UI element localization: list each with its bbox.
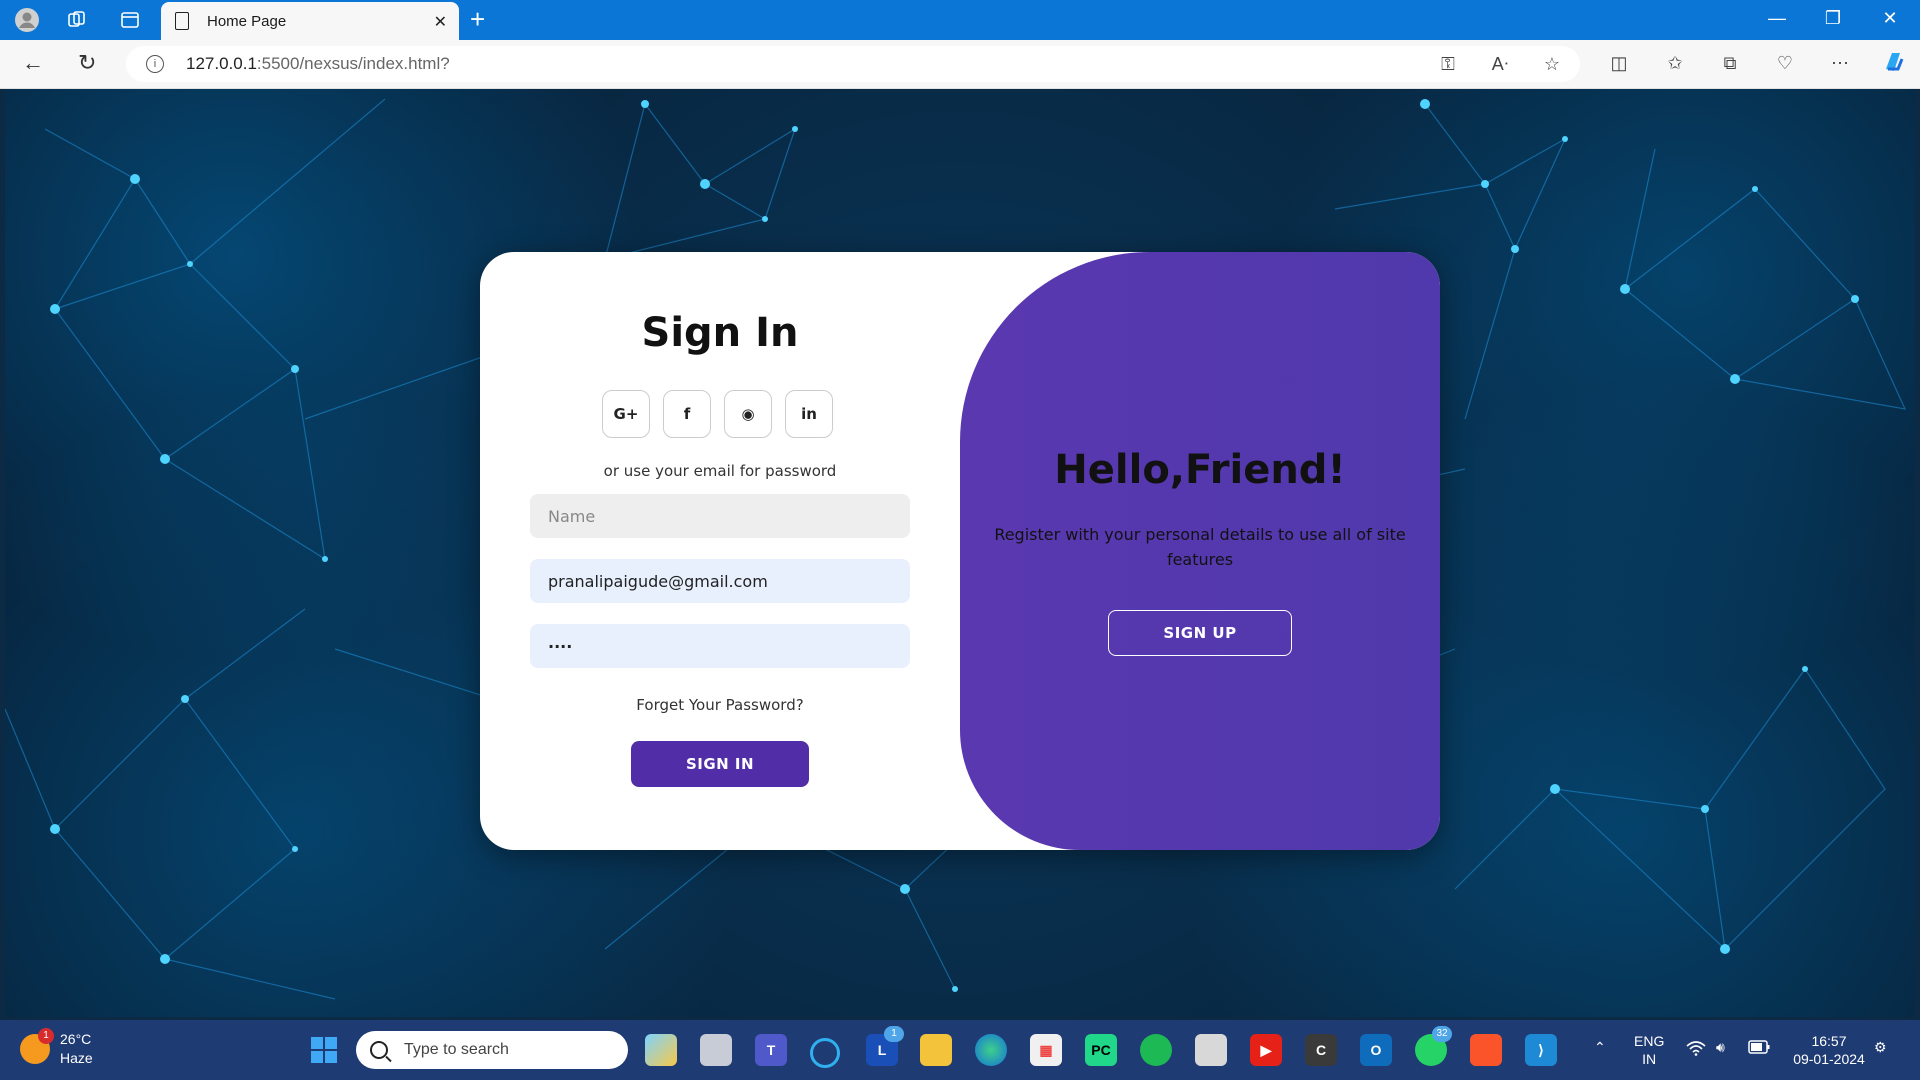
linkedin-button[interactable]: in bbox=[785, 390, 833, 438]
close-tab-icon[interactable]: ✕ bbox=[434, 12, 447, 32]
name-input[interactable] bbox=[530, 494, 910, 538]
battery-icon[interactable] bbox=[1748, 1040, 1770, 1058]
notifications-icon[interactable]: ⚙︎ bbox=[1874, 1038, 1887, 1056]
page-viewport: Sign In G+ f ◉ in or use your email for … bbox=[5, 89, 1915, 1017]
language-indicator[interactable]: ENG IN bbox=[1634, 1032, 1664, 1068]
password-input[interactable] bbox=[530, 624, 910, 668]
panel-text: Register with your personal details to u… bbox=[994, 525, 1406, 569]
tab-home-page[interactable]: Home Page ✕ bbox=[161, 2, 459, 40]
notepad-icon[interactable] bbox=[1195, 1034, 1227, 1066]
vscode-icon[interactable]: ⟩ bbox=[1525, 1034, 1557, 1066]
url-text[interactable]: 127.0.0.1:5500/nexsus/index.html? bbox=[186, 54, 450, 74]
search-icon bbox=[370, 1041, 388, 1059]
workspaces-icon[interactable] bbox=[64, 7, 90, 33]
store-icon[interactable]: ▦ bbox=[1030, 1034, 1062, 1066]
brave-icon[interactable] bbox=[1470, 1034, 1502, 1066]
whatsapp-badge: 32 bbox=[1432, 1026, 1452, 1042]
browser-titlebar: Home Page ✕ + — ❐ ✕ bbox=[0, 0, 1920, 40]
wifi-icon[interactable] bbox=[1686, 1040, 1706, 1060]
sign-in-title: Sign In bbox=[641, 310, 799, 356]
read-aloud-icon[interactable]: Aᐧ bbox=[1488, 54, 1512, 75]
auth-card: Sign In G+ f ◉ in or use your email for … bbox=[480, 252, 1440, 850]
sign-in-form: Sign In G+ f ◉ in or use your email for … bbox=[480, 252, 960, 850]
key-icon[interactable]: ⚿ bbox=[1436, 54, 1460, 75]
youtube-icon[interactable]: ▶ bbox=[1250, 1034, 1282, 1066]
l-app-badge: 1 bbox=[884, 1026, 904, 1042]
back-button[interactable]: ← bbox=[22, 50, 44, 76]
copilot-app-icon[interactable] bbox=[645, 1034, 677, 1066]
social-login-buttons: G+ f ◉ in bbox=[602, 390, 833, 438]
copilot-icon[interactable] bbox=[1880, 49, 1904, 80]
profile-icon[interactable] bbox=[14, 7, 40, 33]
search-placeholder: Type to search bbox=[404, 1041, 509, 1058]
tab-title: Home Page bbox=[207, 12, 287, 30]
sign-in-button[interactable]: SIGN IN bbox=[631, 741, 809, 787]
cortana-icon[interactable] bbox=[810, 1038, 840, 1068]
weather-icon: 1 bbox=[20, 1028, 54, 1064]
task-view-icon[interactable] bbox=[700, 1034, 732, 1066]
browser-essentials-icon[interactable]: ♡ bbox=[1773, 53, 1797, 74]
sign-up-button[interactable]: SIGN UP bbox=[1108, 610, 1292, 656]
favorites-icon[interactable]: ✩ bbox=[1663, 53, 1687, 74]
site-info-icon[interactable]: i bbox=[146, 55, 164, 73]
restore-button[interactable]: ❐ bbox=[1818, 8, 1848, 29]
new-tab-button[interactable]: + bbox=[470, 6, 485, 32]
outlook-icon[interactable]: O bbox=[1360, 1034, 1392, 1066]
split-screen-icon[interactable]: ◫ bbox=[1607, 53, 1631, 74]
toggle-panel: Hello,Friend! Register with your persona… bbox=[960, 252, 1440, 850]
taskbar-search[interactable]: Type to search bbox=[356, 1031, 628, 1069]
address-bar[interactable]: i 127.0.0.1:5500/nexsus/index.html? ⚿ Aᐧ… bbox=[126, 46, 1580, 82]
refresh-button[interactable]: ↻ bbox=[78, 50, 96, 76]
facebook-button[interactable]: f bbox=[663, 390, 711, 438]
more-menu-icon[interactable]: ⋯ bbox=[1828, 53, 1852, 74]
collections-icon[interactable]: ⧉ bbox=[1718, 53, 1742, 74]
favorite-star-icon[interactable]: ☆ bbox=[1540, 54, 1564, 75]
teams-icon[interactable]: T bbox=[755, 1034, 787, 1066]
clock[interactable]: 16:57 09-01-2024 bbox=[1784, 1032, 1874, 1068]
start-icon[interactable] bbox=[308, 1034, 340, 1066]
email-input[interactable] bbox=[530, 559, 910, 603]
page-icon bbox=[175, 12, 189, 30]
spotify-icon[interactable] bbox=[1140, 1034, 1172, 1066]
file-explorer-icon[interactable] bbox=[920, 1034, 952, 1066]
show-hidden-icons[interactable]: ⌃ bbox=[1594, 1038, 1606, 1056]
address-toolbar: ← ↻ i 127.0.0.1:5500/nexsus/index.html? … bbox=[0, 40, 1920, 89]
weather-desc: Haze bbox=[60, 1050, 93, 1066]
edge-icon[interactable] bbox=[975, 1034, 1007, 1066]
forgot-password-link[interactable]: Forget Your Password? bbox=[480, 696, 960, 714]
volume-icon[interactable]: 🔊︎ bbox=[1716, 1038, 1725, 1056]
pycharm-icon[interactable]: PC bbox=[1085, 1034, 1117, 1066]
tab-actions-icon[interactable] bbox=[117, 7, 143, 33]
minimize-button[interactable]: — bbox=[1762, 8, 1792, 29]
github-button[interactable]: ◉ bbox=[724, 390, 772, 438]
panel-title: Hello,Friend! bbox=[1054, 447, 1346, 493]
weather-temp: 26°C bbox=[60, 1031, 92, 1047]
taskbar: 1 26°C Haze Type to search T L 1 ▦ PC ▶ C… bbox=[0, 1020, 1920, 1080]
weather-widget[interactable]: 1 26°C Haze bbox=[20, 1028, 93, 1068]
google-button[interactable]: G+ bbox=[602, 390, 650, 438]
c-app-icon[interactable]: C bbox=[1305, 1034, 1337, 1066]
close-window-button[interactable]: ✕ bbox=[1875, 8, 1905, 29]
divider-text: or use your email for password bbox=[603, 462, 837, 480]
